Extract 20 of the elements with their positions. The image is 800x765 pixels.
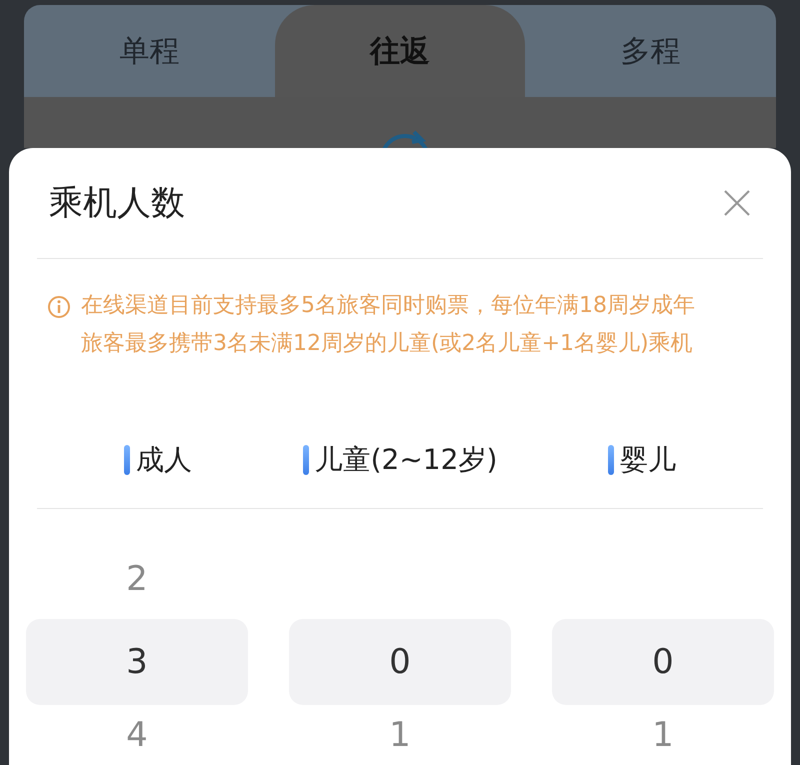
column-label: 婴儿: [620, 442, 676, 478]
picker-option[interactable]: 0: [552, 619, 774, 705]
picker-option[interactable]: 0: [289, 619, 511, 705]
trip-tab[interactable]: 单程: [24, 5, 275, 97]
sheet-title: 乘机人数: [48, 182, 185, 225]
close-icon[interactable]: [723, 189, 751, 217]
column-label: 儿童(2~12岁): [314, 442, 498, 478]
picker-option[interactable]: 2: [26, 539, 248, 619]
picker-option[interactable]: 4: [26, 705, 248, 765]
accent-bar: [302, 444, 309, 474]
picker-option[interactable]: 1: [552, 705, 774, 765]
trip-tab[interactable]: 往返: [274, 5, 526, 97]
accent-bar: [608, 444, 614, 474]
trip-tab[interactable]: 多程: [525, 5, 776, 97]
column-label: 成人: [136, 442, 192, 478]
notice-text: 在线渠道目前支持最多5名旅客同时购票，每位年满18周岁成年旅客最多携带3名未满12周岁的儿童(或2名儿童+1名婴儿)乘机: [81, 292, 696, 358]
picker-option[interactable]: 3: [26, 619, 248, 705]
info-icon: [47, 295, 71, 319]
accent-bar: [124, 444, 130, 474]
picker-option[interactable]: 1: [289, 705, 511, 765]
